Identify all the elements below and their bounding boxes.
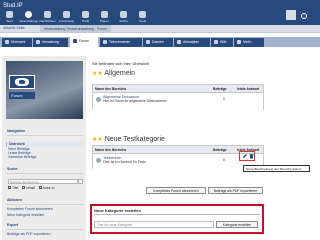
sidebar-nav: Übersicht Neue Beiträge Letzte Beiträge … [6,142,83,159]
overview-icon [5,40,9,44]
search-submit-icon[interactable] [78,179,83,184]
persons-icon [103,40,107,44]
breadcrumb-course[interactable]: Veranstaltung Testveranstaltung - Forum [40,25,111,33]
forum-area-icon [96,158,101,163]
top-bar: Stud.IP Start Veranstaltungen Nachrichte… [0,0,320,25]
nav-item-community[interactable]: Community [57,10,76,25]
subscribe-forum-button[interactable]: Komplettes Forum abonnieren [146,187,206,194]
forum-search-input[interactable]: Beiträge durchsuchen [8,179,78,184]
table-header: Name des Bereichs Beiträge letzte Antwor… [93,146,263,154]
mail-icon [44,11,51,18]
nav-item-planner[interactable]: Planer [95,10,114,25]
tools-icon [139,11,146,18]
breadcrumb-current-page: Aktuelle Seite: [3,26,26,30]
action-subscribe-forum[interactable]: Komplettes Forum abonnieren [7,207,53,211]
nav-item-tools[interactable]: Tools [133,10,152,25]
check-title[interactable]: Titel [8,186,18,190]
nav-item-search[interactable]: Suche [114,10,133,25]
export-pdf-link[interactable]: Beiträge als PDF exportieren [7,232,51,236]
forum-speech-icon [9,75,35,89]
files-icon [146,40,150,44]
tab-admin[interactable]: Verwaltung [33,38,68,47]
sidebar-image: Forum [6,61,83,119]
nav-item-profile[interactable]: Profil [76,10,95,25]
breadcrumb: Aktuelle Seite: Veranstaltung Testverans… [0,25,320,33]
header-search-icon[interactable] [301,13,307,19]
course-tabs: Übersicht Verwaltung Forum Teilnehmende … [0,37,320,47]
sidebar: Forum Navigation Übersicht Neue Beiträge… [2,56,86,240]
tab-forum[interactable]: Forum [69,37,99,47]
location-text: Sie befinden sich hier: Übersicht [92,61,150,66]
forum-icon [73,39,77,43]
nav-item-messages[interactable]: Nachrichten [38,10,57,25]
more-icon [237,40,241,44]
edit-icon[interactable] [242,153,248,159]
checkbox-icon [22,186,26,189]
search-options: Titel Inhalt Autor-in [8,186,54,190]
tab-schedule[interactable]: Ablaufplan [174,38,210,47]
edit-tooltip: Name/Beschreibung des Bereichs ändern [243,165,310,172]
seminar-icon [25,11,32,18]
category-title-test: ★★ Neue Testkategorie [92,136,165,143]
wiki-icon [214,40,218,44]
calendar-icon [101,11,108,18]
sidebar-image-label: Forum [9,92,35,99]
user-avatar[interactable] [286,10,296,20]
action-new-category[interactable]: Neue Kategorie erstellen [7,213,44,217]
nav-item-courses[interactable]: Veranstaltungen [19,10,38,25]
create-category-button[interactable]: Kategorie erstellen [216,221,258,228]
sidebar-item-bookmarked-posts[interactable]: Gemerkte Beiträge [6,155,83,159]
table-row[interactable]: Testbereich Dies ist ein Bereich für Tes… [93,154,263,169]
community-icon [63,11,70,18]
tab-files[interactable]: Dateien [143,38,173,47]
export-pdf-button[interactable]: Beiträge als PDF exportieren [208,187,263,194]
schedule-icon [177,40,181,44]
check-author[interactable]: Autor-in [38,186,54,190]
tab-wiki[interactable]: Wiki [211,38,233,47]
trash-icon[interactable] [249,153,254,159]
profile-icon [82,11,89,18]
tab-more[interactable]: Mehr... [234,38,264,47]
new-category-title-input[interactable]: Titel für neue Kategorie [94,221,214,228]
wrench-icon [36,40,40,44]
category-title-general: ★★ Allgemein [92,70,136,77]
star-icon: ★★ [92,71,103,77]
table-row[interactable]: Allgemeine Diskussion Hier ist Raum für … [93,93,263,110]
home-icon [6,11,13,18]
tab-overview[interactable]: Übersicht [2,38,32,47]
checkbox-icon [8,186,11,189]
check-content[interactable]: Inhalt [22,186,35,190]
category-table-general: Name des Bereichs Beiträge letzte Antwor… [92,84,264,110]
forum-area-icon [96,97,101,102]
search-icon [120,11,127,18]
new-category-panel: Neue Kategorie erstellen Titel für neue … [90,204,264,234]
table-header: Name des Bereichs Beiträge letzte Antwor… [93,85,263,93]
sidebar-nav-title: Navigation [7,129,25,133]
star-icon: ★★ [92,137,103,143]
sidebar-export-title: Export [7,223,19,227]
sidebar-search-title: Suche [7,167,18,171]
tab-participants[interactable]: Teilnehmende [100,38,142,47]
checkbox-icon [38,186,42,189]
sidebar-actions-title: Aktionen [7,198,22,202]
new-category-heading: Neue Kategorie erstellen [94,208,141,213]
nav-item-start[interactable]: Start [0,10,19,25]
brand-name: Stud.IP [3,3,23,9]
main-nav: Start Veranstaltungen Nachrichten Commun… [0,10,152,25]
